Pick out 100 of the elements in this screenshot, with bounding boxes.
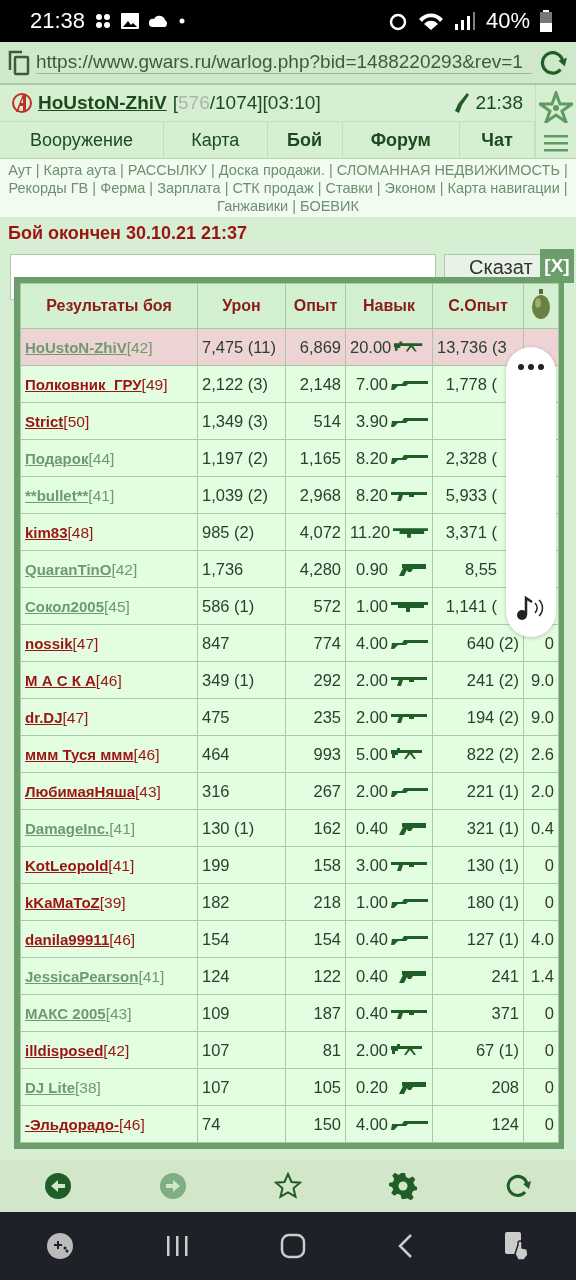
clock-time: 21:38: [30, 8, 86, 34]
back-icon[interactable]: [397, 1233, 414, 1259]
player-cell: Подарок[44]: [20, 439, 198, 477]
nav-link[interactable]: СТК продаж: [232, 180, 314, 196]
player-link[interactable]: HoUstoN-ZhiV: [38, 92, 167, 114]
skill-cell: 0.40: [345, 994, 433, 1032]
table-cell: 127 (1): [432, 920, 524, 958]
player-cell: DJ Lite[38]: [20, 1068, 198, 1106]
nav-link[interactable]: Карта навигации: [447, 180, 560, 196]
close-button[interactable]: [X]: [540, 249, 574, 283]
player-cell: JessicaPearson[41]: [20, 957, 198, 995]
skill-cell: 1.00: [345, 883, 433, 921]
table-cell: 124: [432, 1105, 524, 1143]
skill-cell: 2.00: [345, 661, 433, 699]
player-cell: QuaranTinO[42]: [20, 550, 198, 588]
player-cell: dr.DJ[47]: [20, 698, 198, 736]
skill-cell: 8.20: [345, 439, 433, 477]
skill-cell: 0.40: [345, 957, 433, 995]
skill-cell: 7.00: [345, 365, 433, 403]
music-note-icon[interactable]: [516, 595, 546, 621]
table-cell: 371: [432, 994, 524, 1032]
link-separator: |: [563, 180, 568, 196]
table-cell: 1,039 (2): [197, 476, 286, 514]
column-header: Опыт: [285, 283, 346, 329]
rifle-icon: [453, 92, 470, 114]
recents-icon[interactable]: [164, 1234, 189, 1258]
table-cell: 208: [432, 1068, 524, 1106]
table-cell: 122: [285, 957, 346, 995]
nav-link[interactable]: Карта аута: [43, 162, 116, 178]
nav-link[interactable]: Ферма: [100, 180, 146, 196]
table-cell: 130 (1): [197, 809, 286, 847]
skill-cell: 4.00: [345, 624, 433, 662]
nav-link[interactable]: Ставки: [325, 180, 373, 196]
table-cell: 162: [285, 809, 346, 847]
player-cell: DamageInc.[41]: [20, 809, 198, 847]
table-cell: 150: [285, 1105, 346, 1143]
player-cell: Полковник_ГРУ[49]: [20, 365, 198, 403]
nav-link[interactable]: Аут: [8, 162, 32, 178]
link-separator: |: [120, 162, 124, 178]
table-cell: 572: [285, 587, 346, 625]
table-cell: 7,475 (11): [197, 328, 286, 366]
star-icon[interactable]: [539, 90, 573, 123]
link-separator: |: [292, 198, 297, 214]
table-cell: 81: [285, 1031, 346, 1069]
table-cell: 847: [197, 624, 286, 662]
table-cell: 2,968: [285, 476, 346, 514]
game-icon[interactable]: [45, 1232, 74, 1260]
player-cell: **bullet**[41]: [20, 476, 198, 514]
table-cell: 2.0: [523, 772, 559, 810]
skill-cell: 0.40: [345, 809, 433, 847]
table-cell: 107: [197, 1031, 286, 1069]
more-icon[interactable]: [517, 363, 545, 371]
touch-lock-icon[interactable]: [504, 1231, 531, 1261]
table-cell: 154: [285, 920, 346, 958]
table-cell: 0: [523, 994, 559, 1032]
game-clock: 21:38: [475, 92, 523, 114]
menu-icon[interactable]: [544, 134, 568, 153]
nav-link[interactable]: Зарплата: [157, 180, 221, 196]
nav-link[interactable]: РАССЫЛКУ: [127, 162, 207, 178]
reload-button[interactable]: [504, 1172, 533, 1200]
table-cell: 124: [197, 957, 286, 995]
nav-link[interactable]: Рекорды ГВ: [8, 180, 89, 196]
table-cell: 107: [197, 1068, 286, 1106]
settings-button[interactable]: [389, 1172, 418, 1200]
player-cell: KotLeopold[41]: [20, 846, 198, 884]
nav-link[interactable]: Эконом: [384, 180, 436, 196]
table-cell: 187: [285, 994, 346, 1032]
table-cell: 267: [285, 772, 346, 810]
nav-link[interactable]: Доска продажи.: [218, 162, 325, 178]
table-cell: 0: [523, 883, 559, 921]
player-cell: ммм Туся ммм[46]: [20, 735, 198, 773]
table-cell: 0: [523, 1068, 559, 1106]
skill-cell: 0.40: [345, 920, 433, 958]
table-cell: 180 (1): [432, 883, 524, 921]
tabs-icon[interactable]: [8, 49, 30, 76]
table-cell: 182: [197, 883, 286, 921]
link-separator: |: [376, 180, 381, 196]
skill-cell: 3.90: [345, 402, 433, 440]
star-button[interactable]: [273, 1172, 302, 1200]
player-cell: Сокол2005[45]: [20, 587, 198, 625]
table-cell: 199: [197, 846, 286, 884]
player-cell: kKaMaToZ[39]: [20, 883, 198, 921]
column-header: Результаты боя: [20, 283, 198, 329]
table-cell: 1,165: [285, 439, 346, 477]
home-icon[interactable]: [279, 1233, 306, 1259]
table-cell: 241: [432, 957, 524, 995]
table-cell: 130 (1): [432, 846, 524, 884]
table-cell: 2,122 (3): [197, 365, 286, 403]
nav-link[interactable]: СЛОМАННАЯ НЕДВИЖИМОСТЬ: [336, 162, 560, 178]
skill-cell: 5.00: [345, 735, 433, 773]
table-cell: 1,736: [197, 550, 286, 588]
table-cell: 4,072: [285, 513, 346, 551]
nav-link[interactable]: БОЕВИК: [300, 198, 359, 214]
nav-link[interactable]: Ганжавики: [217, 198, 289, 214]
table-cell: 0: [523, 846, 559, 884]
table-cell: 464: [197, 735, 286, 773]
table-cell: 993: [285, 735, 346, 773]
back-button[interactable]: [43, 1172, 72, 1200]
table-cell: 105: [285, 1068, 346, 1106]
link-separator: |: [35, 162, 40, 178]
